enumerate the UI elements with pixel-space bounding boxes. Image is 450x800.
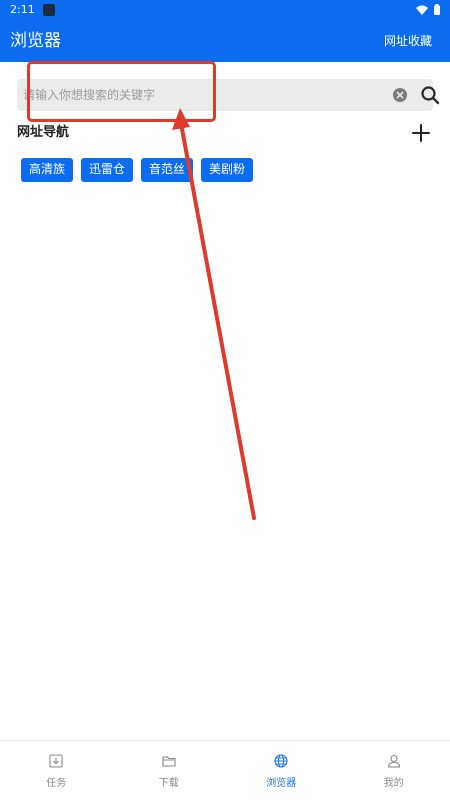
site-chip[interactable]: 迅雷仓 [81, 158, 134, 182]
folder-icon [162, 756, 176, 767]
search-icon[interactable] [420, 85, 440, 105]
nav-tab-label: 浏览器 [266, 778, 297, 789]
add-icon[interactable] [410, 122, 432, 144]
nav-tab-downloads[interactable]: 下载 [113, 741, 226, 800]
task-icon [49, 754, 63, 768]
bottom-nav: 任务 下载 浏览器 我的 [0, 740, 450, 800]
notification-icon [43, 4, 55, 16]
status-bar: 2:11 [0, 0, 450, 20]
clear-icon[interactable] [393, 88, 407, 102]
site-nav-list: 高清族 迅雷仓 音范丝 美剧粉 [21, 158, 254, 182]
wifi-icon [416, 5, 428, 15]
nav-tab-tasks[interactable]: 任务 [0, 741, 113, 800]
nav-tab-profile[interactable]: 我的 [338, 741, 450, 800]
app-bar: 浏览器 网址收藏 [0, 20, 450, 62]
nav-tab-label: 我的 [383, 778, 404, 789]
nav-tab-label: 任务 [46, 778, 67, 789]
battery-icon [434, 4, 440, 15]
bookmarks-button[interactable]: 网址收藏 [384, 32, 432, 50]
globe-icon [274, 754, 288, 768]
nav-tab-browser[interactable]: 浏览器 [225, 741, 338, 800]
status-icons [416, 4, 440, 15]
site-chip[interactable]: 美剧粉 [201, 158, 254, 182]
person-icon [387, 754, 400, 768]
page-title: 浏览器 [10, 31, 61, 51]
nav-tab-label: 下载 [158, 778, 179, 789]
site-chip[interactable]: 音范丝 [141, 158, 194, 182]
section-title: 网址导航 [17, 125, 70, 140]
annotation-highlight [27, 61, 216, 122]
site-chip[interactable]: 高清族 [21, 158, 74, 182]
status-time: 2:11 [10, 3, 35, 16]
